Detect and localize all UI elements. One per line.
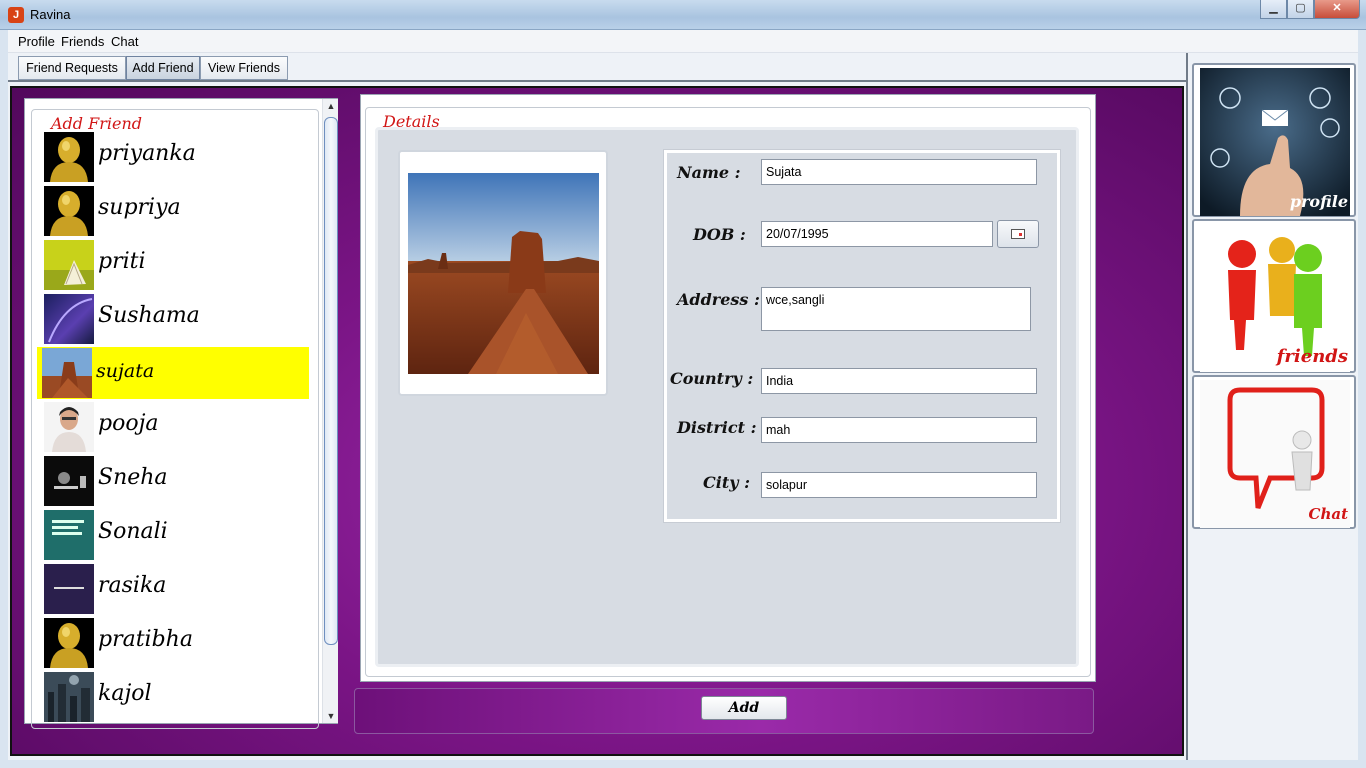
friend-item-sonali[interactable]: Sonali [39,509,311,561]
tab-divider [8,80,1186,82]
country-field[interactable]: India [761,368,1037,394]
district-field[interactable]: mah [761,417,1037,443]
window-title: Ravina [30,7,71,22]
menu-friends[interactable]: Friends [61,34,104,49]
city-label: City : [703,473,750,492]
window-controls: ▁ ▢ ✕ [1260,0,1360,20]
friend-item-kajol[interactable]: kajol [39,671,311,723]
profile-photo [408,173,599,374]
friend-item-sushama[interactable]: Sushama [39,293,311,345]
friend-name: Sneha [98,465,168,490]
friend-item-pratibha[interactable]: pratibha [39,617,311,669]
add-button[interactable]: Add [701,696,787,720]
default-person-icon [44,186,94,236]
friend-name: supriya [98,195,181,220]
friend-item-supriya[interactable]: supriya [39,185,311,237]
close-button[interactable]: ✕ [1314,0,1360,19]
details-panel: Details Name: Sujata DOB: 20/07/1995 A… [360,94,1096,682]
action-bar: Add [354,688,1094,734]
friend-item-priti[interactable]: priti [39,239,311,291]
scroll-down-arrow-icon[interactable]: ▼ [323,709,339,723]
friend-name: rasika [98,573,167,598]
friend-item-sujata[interactable]: sujata [37,347,309,399]
tab-view-friends[interactable]: View Friends [200,56,288,80]
menu-chat[interactable]: Chat [111,34,138,49]
nav-chat-card[interactable]: Chat [1192,375,1356,529]
nav-profile-label: profile [1289,192,1348,211]
address-field[interactable]: wce,sangli [761,287,1031,331]
portrait-photo [44,402,94,452]
friend-name: kajol [98,681,152,706]
tab-add-friend[interactable]: Add Friend [126,56,200,80]
friend-name: pooja [98,411,159,436]
teal-text-photo [44,510,94,560]
desert-photo [42,348,92,398]
friend-item-rasika[interactable]: rasika [39,563,311,615]
menu-profile[interactable]: Profile [18,34,55,49]
dob-field[interactable]: 20/07/1995 [761,221,993,247]
friend-item-sneha[interactable]: Sneha [39,455,311,507]
profile-photo-frame [398,150,608,396]
district-label: District : [677,418,757,437]
nav-chat-label: Chat [1308,505,1349,523]
menu-bar: Profile Friends Chat [8,30,1358,53]
address-label: Address : [677,290,760,309]
country-label: Country : [670,369,754,388]
name-label: Name : [677,163,741,182]
dob-label: DOB : [693,225,746,244]
dark-text-photo [44,456,94,506]
name-field[interactable]: Sujata [761,159,1037,185]
nav-friends-card[interactable]: friends [1192,219,1356,373]
calendar-icon[interactable] [997,220,1039,248]
add-friend-panel: Add Friend priyanka supriya priti Susham… [24,98,338,729]
nav-profile-card[interactable]: profile [1192,63,1356,217]
scroll-up-arrow-icon[interactable]: ▲ [323,99,339,113]
right-nav: profile friends Chat [1186,53,1358,760]
purple-abstract-photo [44,294,94,344]
java-app-icon: J [8,7,24,23]
title-bar: J Ravina ▁ ▢ ✕ [0,0,1366,30]
friend-list-scrollbar[interactable]: ▲ ▼ [322,99,338,723]
app-client-area: Profile Friends Chat Friend Requests Add… [8,30,1358,760]
nav-friends-label: friends [1276,346,1348,367]
tab-friend-requests[interactable]: Friend Requests [18,56,126,80]
friend-name: Sonali [98,519,168,544]
default-person-icon [44,618,94,668]
friend-name: priyanka [98,141,196,166]
friend-name: pratibha [98,627,193,652]
maximize-button[interactable]: ▢ [1287,0,1314,19]
default-person-icon [44,132,94,182]
friend-name: priti [98,249,146,274]
friend-item-pooja[interactable]: pooja [39,401,311,453]
scroll-thumb[interactable] [324,117,338,645]
details-form: Name : Sujata DOB : 20/07/1995 Address :… [663,149,1061,523]
minimize-button[interactable]: ▁ [1260,0,1287,19]
book-photo [44,240,94,290]
content-panel: Add Friend priyanka supriya priti Susham… [10,86,1184,756]
city-photo [44,672,94,722]
friend-name: sujata [96,360,155,382]
friend-item-priyanka[interactable]: priyanka [39,131,311,183]
details-inner: Name : Sujata DOB : 20/07/1995 Address :… [375,127,1079,667]
friend-name: Sushama [98,303,200,328]
purple-text-photo [44,564,94,614]
city-field[interactable]: solapur [761,472,1037,498]
